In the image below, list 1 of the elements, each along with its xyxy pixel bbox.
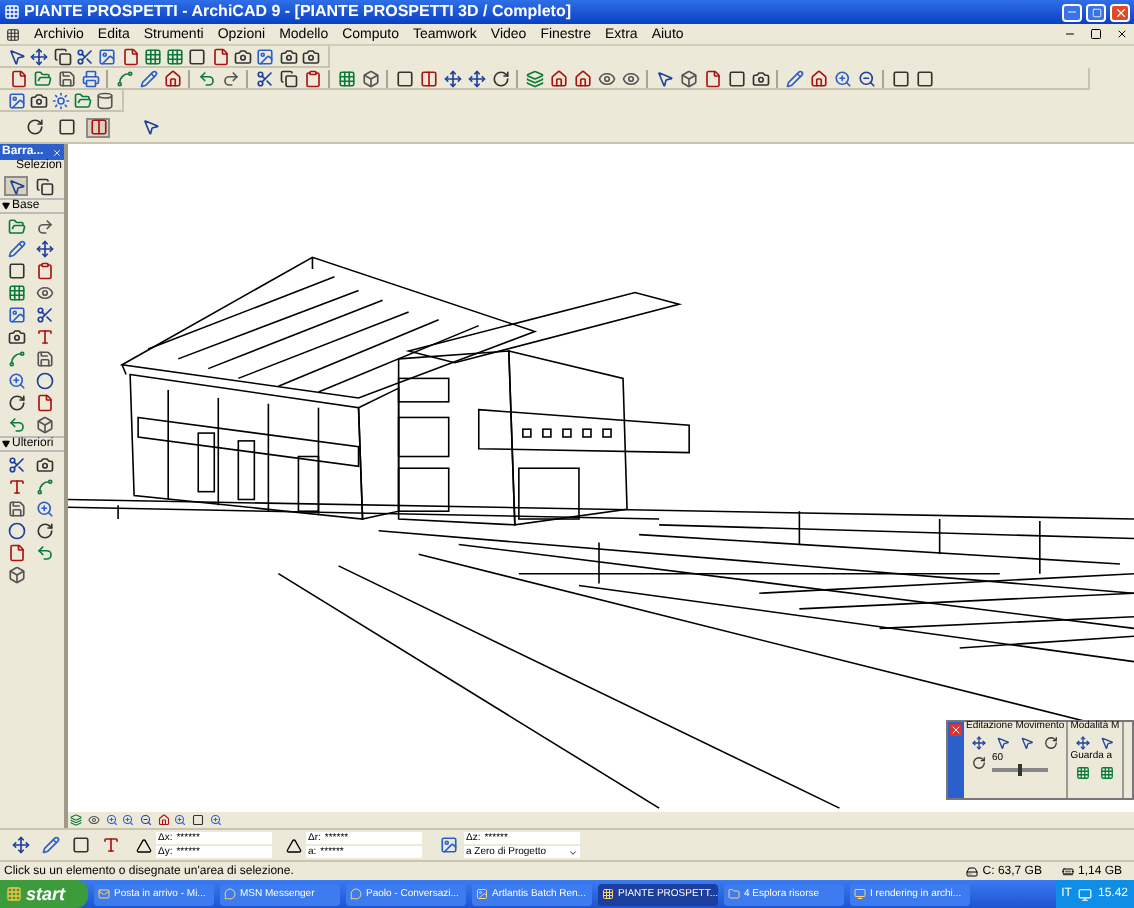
- window-title: PIANTE PROSPETTI - ArchiCAD 9 - [PIANTE PROSPETTI 3D / Completo]: [24, 4, 572, 20]
